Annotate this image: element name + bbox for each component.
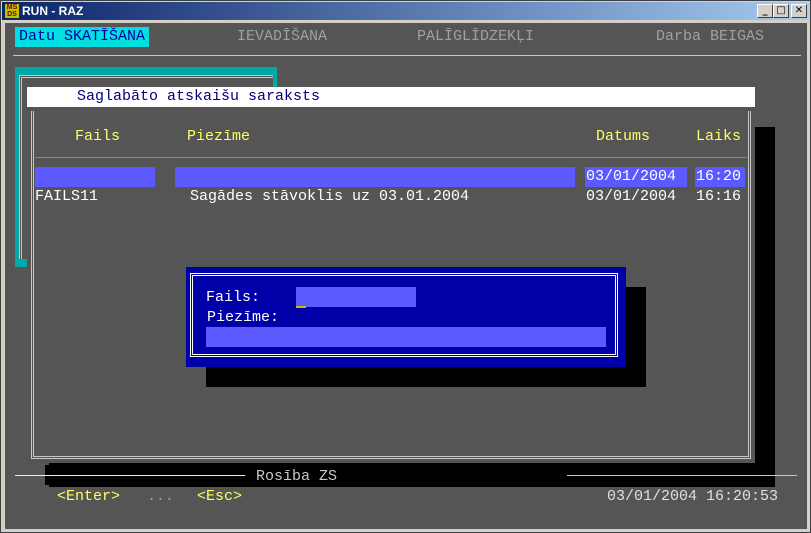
main-frame-border: [13, 55, 801, 56]
row-datums: 03/01/2004: [586, 168, 677, 185]
table-row[interactable]: 03/01/2004 16:20: [27, 167, 755, 187]
maximize-icon: □: [776, 5, 786, 16]
enter-key-hint[interactable]: <Enter>: [57, 487, 120, 507]
app-window: MS DS RUN - RAZ _ □ ✕ Datu SKATĪŠANA IEV…: [0, 0, 811, 533]
close-icon: ✕: [794, 5, 804, 16]
menu-datu-skatisana[interactable]: Datu SKATĪŠANA: [15, 27, 150, 47]
close-button[interactable]: ✕: [791, 4, 807, 18]
col-header-fails: Fails: [75, 128, 121, 145]
header-divider: [35, 157, 747, 158]
key-separator: ...: [147, 488, 175, 505]
fails-label: Fails:: [206, 289, 261, 306]
panel-title: Saglabāto atskaišu saraksts: [77, 88, 321, 105]
maximize-button[interactable]: □: [773, 4, 789, 18]
app-icon: MS DS: [5, 4, 19, 18]
piezime-label: Piezīme:: [207, 309, 280, 326]
col-header-laiks: Laiks: [696, 128, 742, 145]
menu-paligl[interactable]: PALĪGLĪDZEKĻI: [413, 27, 538, 47]
minimize-button[interactable]: _: [757, 4, 773, 18]
fails-input[interactable]: [296, 287, 416, 307]
row-datums: 03/01/2004: [586, 188, 677, 205]
col-header-piezime: Piezīme: [187, 128, 251, 145]
window-title: RUN - RAZ: [22, 4, 84, 18]
title-bar[interactable]: MS DS RUN - RAZ _ □ ✕: [2, 2, 809, 20]
status-datetime: 03/01/2004 16:20:53: [607, 488, 779, 505]
row-laiks: 16:16: [696, 188, 742, 205]
piezime-input[interactable]: [206, 327, 606, 347]
minimize-icon: _: [762, 5, 768, 16]
menu-ievadisana[interactable]: IEVADĪŠANA: [233, 27, 331, 47]
row-laiks: 16:20: [696, 168, 742, 185]
esc-key-hint[interactable]: <Esc>: [197, 487, 242, 507]
row-piezime: Sagādes stāvoklis uz 03.01.2004: [190, 188, 470, 205]
status-title: Rosība ZS: [256, 468, 338, 485]
menu-darba-beigas[interactable]: Darba BEIGAS: [652, 27, 768, 47]
status-line-left: [15, 475, 245, 476]
row-fails: FAILS11: [35, 188, 99, 205]
status-line-right: [567, 475, 797, 476]
table-row[interactable]: FAILS11 Sagādes stāvoklis uz 03.01.2004 …: [27, 187, 755, 207]
console-area: Datu SKATĪŠANA IEVADĪŠANA PALĪGLĪDZEKĻI …: [5, 23, 807, 529]
save-dialog: Fails: Piezīme:: [186, 267, 626, 367]
col-header-datums: Datums: [596, 128, 651, 145]
text-cursor: [296, 306, 306, 308]
